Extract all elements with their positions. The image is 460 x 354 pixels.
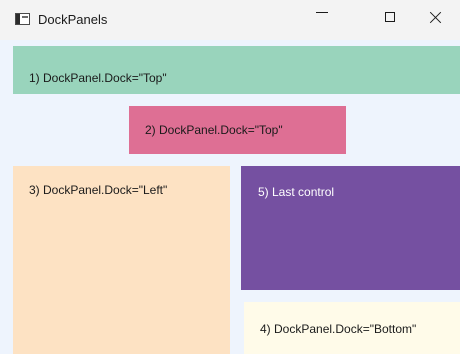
last-control-panel-label: 5) Last control: [258, 185, 335, 199]
maximize-icon: [385, 12, 395, 22]
dock-bottom-panel: 4) DockPanel.Dock="Bottom": [244, 302, 460, 354]
minimize-button[interactable]: [300, 0, 346, 34]
window-app-icon: [15, 13, 30, 25]
close-button[interactable]: [414, 0, 460, 34]
title-bar[interactable]: DockPanels: [0, 0, 460, 40]
dock-bottom-panel-label: 4) DockPanel.Dock="Bottom": [260, 322, 417, 336]
maximize-button[interactable]: [370, 0, 416, 34]
last-control-panel: 5) Last control: [241, 166, 460, 290]
dock-top-panel-1: 1) DockPanel.Dock="Top": [13, 46, 460, 94]
dock-left-panel-label: 3) DockPanel.Dock="Left": [29, 183, 168, 197]
dock-top-panel-2-label: 2) DockPanel.Dock="Top": [145, 123, 283, 137]
dock-top-panel-1-label: 1) DockPanel.Dock="Top": [29, 71, 167, 85]
minimize-icon: [316, 12, 328, 13]
window-title: DockPanels: [38, 12, 108, 27]
dock-panel: 1) DockPanel.Dock="Top" 2) DockPanel.Doc…: [0, 40, 460, 354]
dock-top-panel-2: 2) DockPanel.Dock="Top": [129, 106, 346, 154]
close-icon: [430, 11, 442, 23]
dock-left-panel: 3) DockPanel.Dock="Left": [13, 166, 230, 354]
app-window: DockPanels 1) DockPanel.Dock="Top" 2) Do…: [0, 0, 460, 354]
